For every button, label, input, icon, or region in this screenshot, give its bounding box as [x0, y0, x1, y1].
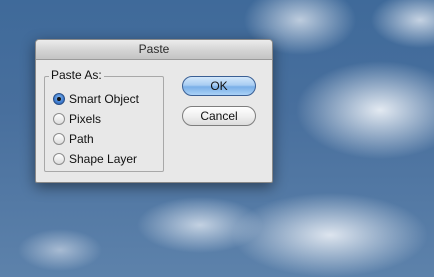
dialog-title: Paste [36, 40, 272, 60]
option-label: Pixels [69, 112, 102, 126]
paste-as-group: Paste As: Smart Object Pixels Path Shape… [44, 68, 164, 172]
radio-pixels[interactable] [53, 113, 65, 125]
paste-dialog: Paste Paste As: Smart Object Pixels Path… [35, 39, 273, 183]
option-shape-layer[interactable]: Shape Layer [53, 149, 139, 169]
option-label: Smart Object [69, 92, 140, 106]
radio-shape-layer[interactable] [53, 153, 65, 165]
radio-smart-object[interactable] [53, 93, 65, 105]
option-pixels[interactable]: Pixels [53, 109, 139, 129]
option-path[interactable]: Path [53, 129, 139, 149]
paste-as-options: Smart Object Pixels Path Shape Layer [53, 89, 139, 169]
radio-path[interactable] [53, 133, 65, 145]
paste-as-label: Paste As: [49, 68, 104, 82]
option-smart-object[interactable]: Smart Object [53, 89, 139, 109]
ok-button[interactable]: OK [182, 76, 256, 96]
cancel-button[interactable]: Cancel [182, 106, 256, 126]
option-label: Path [69, 132, 94, 146]
option-label: Shape Layer [69, 152, 138, 166]
